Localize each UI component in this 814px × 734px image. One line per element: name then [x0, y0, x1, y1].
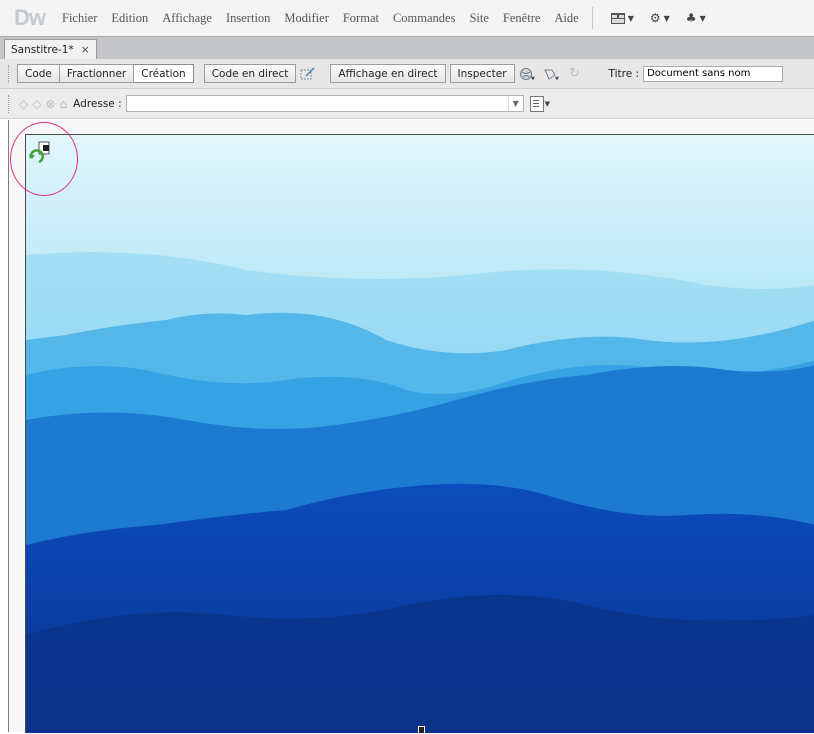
layout-dropdown[interactable]: ▼: [610, 12, 634, 24]
extend-dropdown[interactable]: ⚙ ▼: [650, 11, 670, 25]
refresh-icon[interactable]: ↻: [565, 65, 585, 83]
stop-icon[interactable]: ⊗: [45, 97, 55, 111]
preview-icon[interactable]: ▼: [541, 65, 561, 83]
menu-commandes[interactable]: Commandes: [393, 11, 456, 26]
menu-modifier[interactable]: Modifier: [284, 11, 328, 26]
svg-text:▼: ▼: [555, 76, 559, 81]
highlight-circle: [10, 122, 78, 196]
title-label: Titre :: [608, 67, 640, 80]
menu-insertion[interactable]: Insertion: [226, 11, 270, 26]
title-field[interactable]: [643, 65, 784, 82]
mountain-landscape: [26, 135, 814, 733]
code-view-button[interactable]: Code: [17, 64, 60, 83]
menu-site[interactable]: Site: [469, 11, 488, 26]
site-dropdown[interactable]: ♣ ▼: [686, 11, 706, 25]
site-icon: ♣: [685, 11, 697, 25]
home-icon[interactable]: ⌂: [60, 97, 68, 111]
document-tab-label: Sanstitre-1*: [11, 43, 74, 56]
menu-edition[interactable]: Edition: [111, 11, 148, 26]
address-input[interactable]: ▼: [125, 95, 524, 112]
globe-icon[interactable]: ▼: [517, 65, 537, 83]
menu-aide[interactable]: Aide: [554, 11, 578, 26]
browse-icon[interactable]: [529, 95, 544, 112]
resize-handle[interactable]: [418, 726, 425, 734]
menu-divider: [591, 7, 593, 29]
svg-text:▼: ▼: [531, 76, 535, 81]
menu-format[interactable]: Format: [343, 11, 379, 26]
toolbar-grip[interactable]: [8, 64, 12, 83]
toolbar-grip[interactable]: [8, 94, 12, 113]
close-icon[interactable]: ×: [81, 43, 90, 56]
view-mode-group: Code Fractionner Création: [17, 64, 194, 83]
document-tab[interactable]: Sanstitre-1* ×: [4, 39, 97, 59]
address-bar: ◇ ◇ ⊗ ⌂ Adresse : ▼ ▼: [0, 89, 814, 119]
forward-icon[interactable]: ◇: [32, 97, 41, 111]
chevron-down-icon[interactable]: ▼: [507, 96, 523, 111]
gear-icon: ⚙: [649, 11, 661, 25]
live-view-button[interactable]: Affichage en direct: [330, 64, 446, 83]
document-tab-bar: Sanstitre-1* ×: [0, 36, 814, 60]
chevron-down-icon: ▼: [544, 99, 551, 108]
document-toolbar: Code Fractionner Création Code en direct…: [0, 59, 814, 89]
layout-icon: [610, 12, 625, 24]
live-code-button[interactable]: Code en direct: [203, 64, 297, 83]
chevron-down-icon: ▼: [627, 13, 634, 23]
menu-bar: Dw Fichier Edition Affichage Insertion M…: [0, 0, 814, 36]
chevron-down-icon: ▼: [663, 13, 670, 23]
menu-fenetre[interactable]: Fenêtre: [503, 11, 540, 26]
inspect-button[interactable]: Inspecter: [449, 64, 515, 83]
menu-fichier[interactable]: Fichier: [62, 11, 97, 26]
app-logo: Dw: [14, 5, 46, 30]
address-label: Adresse :: [73, 97, 122, 110]
split-view-button[interactable]: Fractionner: [59, 64, 135, 83]
design-view-button[interactable]: Création: [134, 64, 194, 83]
menu-affichage[interactable]: Affichage: [162, 11, 212, 26]
file-management-icon[interactable]: [298, 65, 318, 83]
back-icon[interactable]: ◇: [19, 97, 28, 111]
page-background-image: [25, 134, 814, 733]
chevron-down-icon: ▼: [699, 13, 706, 23]
design-view[interactable]: [8, 120, 814, 733]
